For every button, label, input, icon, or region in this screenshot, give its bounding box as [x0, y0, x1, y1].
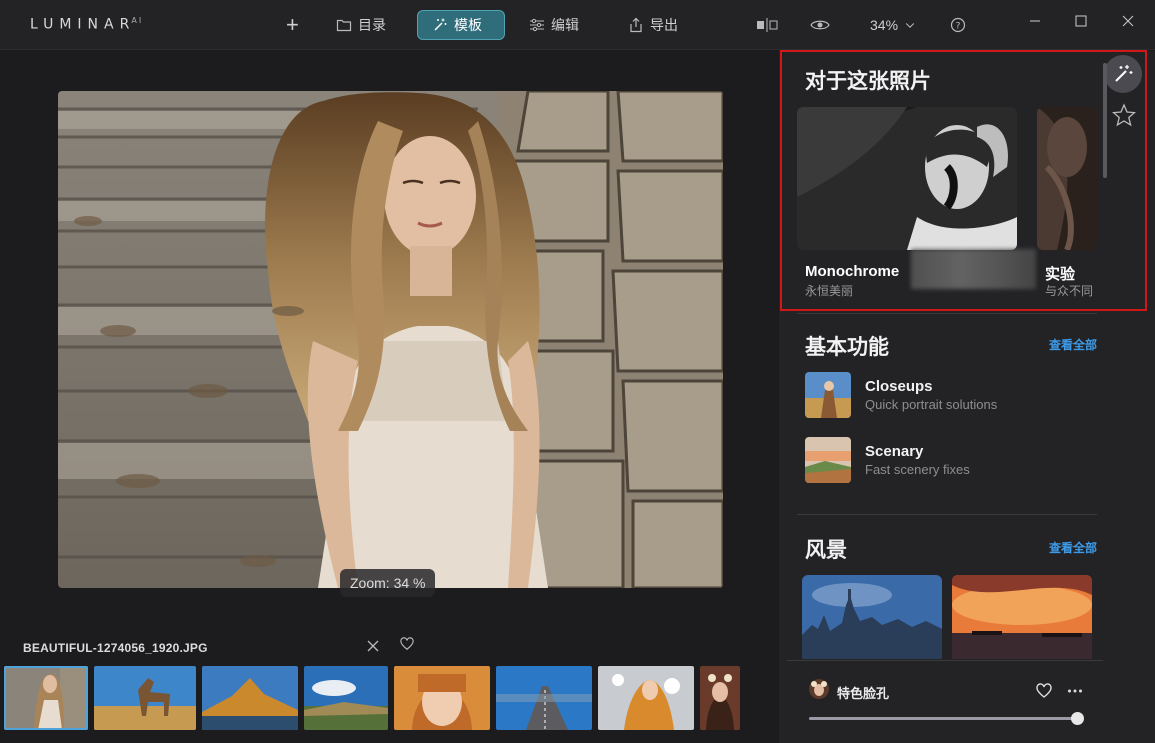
folder-icon	[336, 19, 352, 32]
template-card-monochrome[interactable]	[797, 107, 1017, 250]
thumbnail[interactable]	[4, 666, 88, 730]
monochrome-preview-image	[797, 107, 1017, 250]
template-amount-slider[interactable]	[809, 712, 1084, 725]
current-filename: BEAUTIFUL-1274056_1920.JPG	[23, 641, 208, 655]
scenary-title: Scenary	[865, 443, 924, 460]
close-window-button[interactable]	[1122, 14, 1134, 30]
add-button[interactable]: +	[286, 10, 299, 40]
essentials-see-all-link[interactable]: 查看全部	[1049, 336, 1097, 353]
minimize-button[interactable]	[1029, 14, 1041, 30]
close-icon	[1122, 15, 1134, 27]
landscape-title: 风景	[805, 539, 847, 562]
panel-side-tools	[1104, 55, 1142, 132]
card-desc-experiment: 与众不同	[1045, 284, 1094, 298]
magic-wand-icon	[434, 18, 447, 31]
landscape-see-all-link[interactable]: 查看全部	[1049, 539, 1097, 556]
eye-icon	[810, 20, 830, 30]
closeups-title: Closeups	[865, 378, 933, 395]
template-item-scenary[interactable]: Scenary Fast scenery fixes	[805, 437, 970, 483]
template-card-experiment[interactable]	[1037, 107, 1097, 250]
compare-icon	[757, 18, 778, 32]
compare-button[interactable]	[756, 10, 778, 40]
more-icon	[1068, 689, 1082, 693]
portrait-photo-image	[58, 91, 723, 588]
help-icon: ?	[950, 17, 966, 33]
for-this-photo-title: 对于这张照片	[805, 70, 931, 93]
template-item-closeups[interactable]: Closeups Quick portrait solutions	[805, 372, 997, 418]
divider	[797, 514, 1097, 515]
thumbnail[interactable]	[700, 666, 740, 730]
share-icon	[630, 17, 642, 33]
heart-icon	[1036, 683, 1052, 698]
landscape-card-city[interactable]	[802, 575, 942, 659]
template-favorite-button[interactable]	[1036, 683, 1052, 704]
card-desc-monochrome: 永恒美丽	[805, 284, 854, 298]
applied-template-bar: 特色脸孔	[787, 660, 1103, 743]
zoom-indicator: Zoom: 34 %	[340, 569, 436, 597]
help-button[interactable]: ?	[950, 10, 966, 40]
title-bar: LUMINARAI + 目录 模板 编辑 导出 34% ?	[0, 0, 1155, 50]
scenary-thumbnail	[805, 437, 851, 483]
essentials-title: 基本功能	[805, 336, 889, 359]
card-title-experiment: 实验	[1045, 266, 1076, 283]
maximize-button[interactable]	[1075, 14, 1087, 30]
thumbnail[interactable]	[94, 666, 196, 730]
magic-wand-icon	[1115, 65, 1133, 82]
divider	[797, 313, 1097, 314]
templates-tab[interactable]: 模板	[417, 10, 505, 40]
edit-tab[interactable]: 编辑	[529, 10, 579, 40]
thumbnail[interactable]	[598, 666, 694, 730]
maximize-icon	[1075, 15, 1087, 27]
scenary-desc: Fast scenery fixes	[865, 462, 970, 477]
main-photo[interactable]	[58, 91, 723, 588]
closeups-thumbnail	[805, 372, 851, 418]
card-title-monochrome: Monochrome	[805, 263, 900, 280]
thumbnail[interactable]	[394, 666, 490, 730]
more-options-button[interactable]	[1067, 683, 1083, 704]
image-canvas[interactable]: Zoom: 34 %	[0, 51, 778, 631]
sliders-icon	[530, 18, 544, 32]
favorites-mode-button[interactable]	[1111, 103, 1142, 132]
chevron-down-icon	[905, 23, 915, 28]
thumbnail[interactable]	[202, 666, 298, 730]
experiment-preview-image	[1037, 107, 1097, 250]
slider-handle[interactable]	[1071, 712, 1084, 725]
filmstrip: BEAUTIFUL-1274056_1920.JPG	[0, 631, 778, 743]
preview-button[interactable]	[810, 10, 830, 40]
minimize-icon	[1030, 20, 1040, 22]
applied-template-name: 特色脸孔	[837, 686, 890, 701]
close-image-button[interactable]	[366, 637, 380, 658]
close-icon	[367, 640, 379, 652]
svg-text:?: ?	[956, 22, 961, 32]
thumbnail[interactable]	[496, 666, 592, 730]
template-avatar	[809, 679, 829, 704]
heart-icon	[400, 637, 414, 650]
redacted-region	[911, 249, 1036, 289]
thumbnail[interactable]	[304, 666, 388, 730]
sunset-landscape-image	[952, 575, 1092, 659]
export-tab[interactable]: 导出	[628, 10, 678, 40]
city-landscape-image	[802, 575, 942, 659]
zoom-dropdown[interactable]: 34%	[870, 10, 916, 40]
templates-mode-button[interactable]	[1104, 55, 1142, 93]
templates-panel: 对于这张照片 Monochrome 永恒美丽 实验 与众不同 基本功能 查看全部	[779, 51, 1155, 743]
panel-scrollbar[interactable]	[1103, 63, 1107, 178]
closeups-desc: Quick portrait solutions	[865, 397, 998, 412]
thumbnail-strip	[4, 666, 740, 730]
catalog-tab[interactable]: 目录	[336, 10, 386, 40]
slider-fill	[809, 717, 1077, 720]
star-icon	[1111, 103, 1137, 127]
favorite-button[interactable]	[400, 637, 414, 656]
landscape-card-sunset[interactable]	[952, 575, 1092, 659]
app-logo: LUMINARAI	[30, 16, 144, 33]
